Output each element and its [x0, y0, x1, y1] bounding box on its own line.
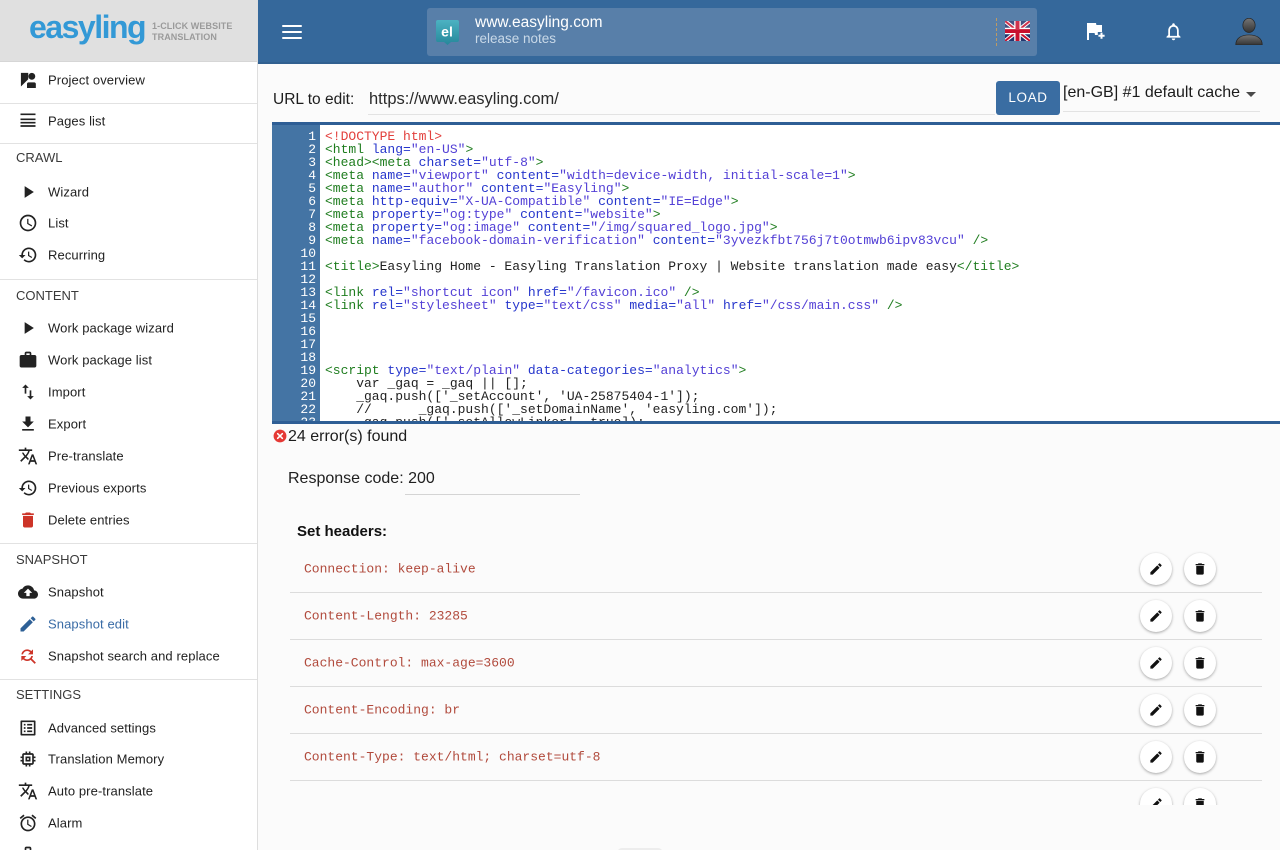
svg-text:el: el	[441, 24, 453, 40]
